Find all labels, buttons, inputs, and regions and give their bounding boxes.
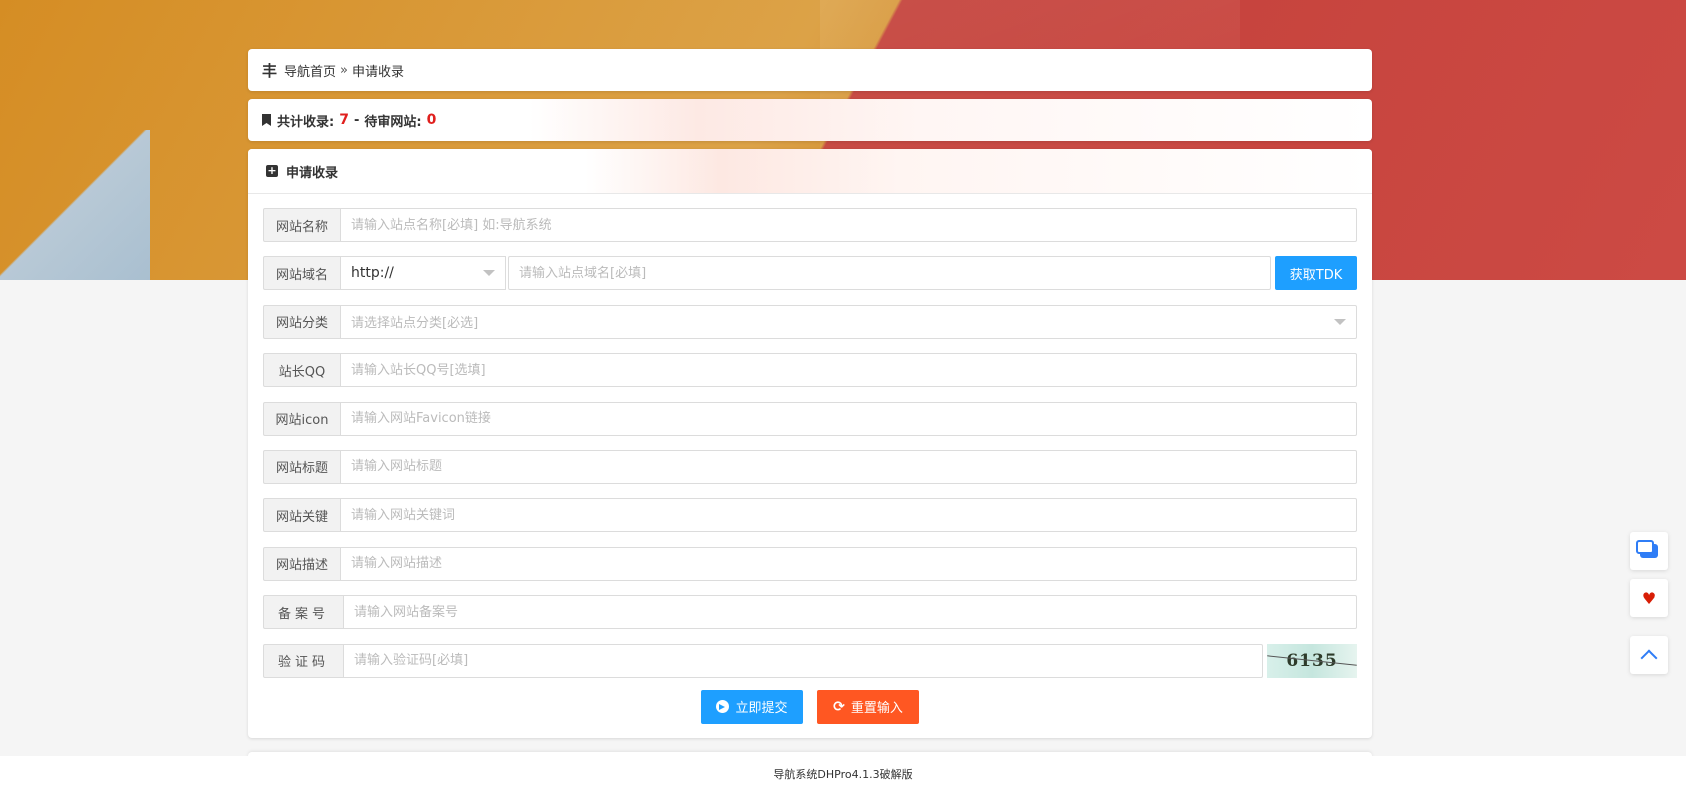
row-description: 网站描述 [263, 546, 1357, 581]
row-icp: 备案号 [263, 595, 1357, 630]
plus-square-icon: + [266, 164, 278, 177]
row-title: 网站标题 [263, 449, 1357, 484]
row-icon: 网站icon [263, 401, 1357, 436]
breadcrumb: 丰 导航首页 » 申请收录 [248, 49, 1372, 91]
breadcrumb-home-link[interactable]: 导航首页 [284, 61, 336, 80]
get-tdk-button[interactable]: 获取TDK [1275, 256, 1357, 291]
icp-input[interactable] [343, 595, 1357, 630]
form-actions: 立即提交 ⟳ 重置输入 [263, 689, 1357, 724]
submit-button[interactable]: 立即提交 [701, 689, 803, 724]
pending-count: 0 [426, 112, 437, 128]
chat-icon [1636, 540, 1658, 558]
footer-text: 导航系统DHPro4.1.3破解版 [773, 767, 913, 781]
row-qq: 站长QQ [263, 353, 1357, 388]
submit-panel: + 申请收录 网站名称 网站域名 http:// 获取TDK 网站分类 [248, 149, 1372, 738]
bookmark-icon [262, 114, 271, 126]
icp-label: 备案号 [263, 595, 343, 630]
reset-button[interactable]: ⟳ 重置输入 [817, 689, 919, 724]
category-label: 网站分类 [263, 304, 340, 339]
category-placeholder: 请选择站点分类[必选] [351, 316, 479, 332]
panel-header: + 申请收录 [248, 149, 1372, 194]
refresh-icon: ⟳ [833, 698, 845, 715]
main-container: 丰 导航首页 » 申请收录 共计收录: 7 - 待审网站: 0 + 申请收录 网… [248, 49, 1372, 746]
panel-title: 申请收录 [286, 165, 339, 181]
chevron-down-icon [483, 270, 495, 277]
description-input[interactable] [340, 546, 1357, 581]
back-to-top-button[interactable] [1630, 636, 1668, 674]
site-title-input[interactable] [340, 449, 1357, 484]
qq-label: 站长QQ [263, 353, 340, 388]
description-label: 网站描述 [263, 546, 340, 581]
send-icon [716, 700, 730, 714]
submit-label: 立即提交 [735, 701, 788, 717]
title-label: 网站标题 [263, 449, 340, 484]
chevron-down-icon [1334, 318, 1346, 325]
row-keywords: 网站关键 [263, 498, 1357, 533]
submit-form: 网站名称 网站域名 http:// 获取TDK 网站分类 请选择站点分类[必选] [248, 194, 1372, 738]
stats-bar: 共计收录: 7 - 待审网站: 0 [248, 99, 1372, 141]
breadcrumb-current: 申请收录 [351, 64, 404, 80]
icon-label: 网站icon [263, 401, 340, 436]
row-category: 网站分类 请选择站点分类[必选] [263, 304, 1357, 339]
chevron-up-icon [1640, 649, 1658, 667]
row-captcha: 验证码 6135 [263, 643, 1357, 678]
pending-label: 待审网站: [364, 114, 422, 130]
menu-icon: 丰 [262, 61, 278, 80]
total-count: 7 [339, 112, 349, 128]
total-label: 共计收录: [277, 114, 335, 130]
keywords-label: 网站关键 [263, 498, 340, 533]
site-name-input[interactable] [340, 208, 1357, 242]
name-label: 网站名称 [263, 208, 340, 242]
protocol-select[interactable]: http:// [340, 256, 506, 291]
reset-label: 重置输入 [850, 701, 903, 717]
favicon-input[interactable] [340, 401, 1357, 436]
category-select[interactable]: 请选择站点分类[必选] [340, 304, 1357, 339]
heart-icon: ♥ [1641, 588, 1657, 608]
captcha-input[interactable] [343, 643, 1263, 678]
captcha-image[interactable]: 6135 [1267, 643, 1357, 678]
row-name: 网站名称 [263, 208, 1357, 242]
captcha-label: 验证码 [263, 643, 343, 678]
stats-divider: - [353, 112, 360, 128]
breadcrumb-separator: » [340, 62, 348, 78]
keywords-input[interactable] [340, 498, 1357, 533]
chat-button[interactable] [1630, 532, 1668, 570]
site-domain-input[interactable] [508, 256, 1271, 291]
domain-label: 网站域名 [263, 256, 340, 291]
row-domain: 网站域名 http:// 获取TDK [263, 256, 1357, 291]
qq-input[interactable] [340, 353, 1357, 388]
favorite-button[interactable]: ♥ [1630, 579, 1668, 617]
protocol-value: http:// [351, 265, 394, 282]
footer: 导航系统DHPro4.1.3破解版 [0, 756, 1686, 791]
